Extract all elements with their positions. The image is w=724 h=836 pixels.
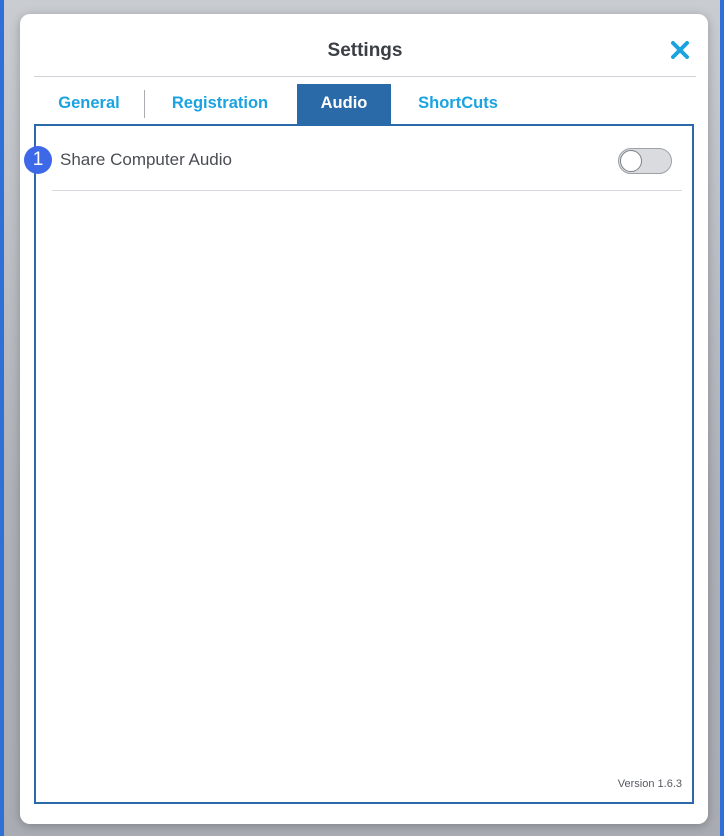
- share-computer-audio-label: Share Computer Audio: [60, 150, 232, 169]
- audio-panel: Share Computer Audio Version 1.6.3: [34, 124, 694, 804]
- share-computer-audio-row: Share Computer Audio: [52, 126, 682, 191]
- close-button[interactable]: [668, 38, 692, 62]
- close-icon: [671, 41, 689, 59]
- dialog-title: Settings: [327, 40, 403, 61]
- version-label: Version 1.6.3: [617, 778, 682, 790]
- tab-divider: [144, 90, 145, 118]
- dialog-header: Settings: [34, 14, 696, 77]
- tab-audio[interactable]: Audio: [297, 84, 391, 124]
- window-frame-right: [720, 0, 724, 836]
- tab-general[interactable]: General: [48, 84, 130, 124]
- toggle-knob: [620, 150, 642, 172]
- tab-registration[interactable]: Registration: [160, 84, 280, 124]
- settings-tabs: General Registration Audio ShortCuts: [34, 84, 696, 124]
- annotation-badge: 1: [24, 146, 52, 174]
- share-computer-audio-toggle[interactable]: [618, 148, 672, 174]
- tab-shortcuts[interactable]: ShortCuts: [408, 84, 508, 124]
- settings-dialog: Settings General Registration Audio Shor…: [20, 14, 708, 824]
- window-frame-left: [0, 0, 4, 836]
